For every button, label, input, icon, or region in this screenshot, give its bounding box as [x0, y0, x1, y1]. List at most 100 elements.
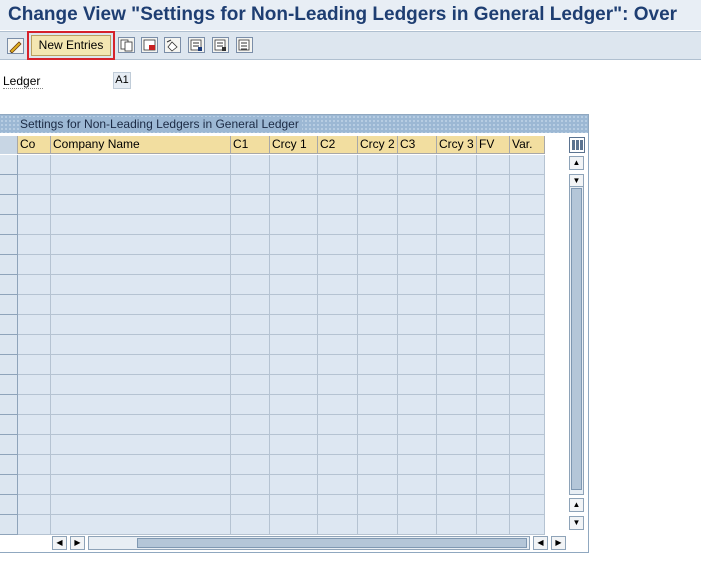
table-cell[interactable]	[510, 375, 545, 395]
table-cell[interactable]	[18, 275, 51, 295]
table-cell[interactable]	[358, 395, 398, 415]
table-cell[interactable]	[437, 175, 477, 195]
table-cell[interactable]	[270, 215, 318, 235]
delete-icon[interactable]	[141, 37, 158, 53]
table-cell[interactable]	[477, 175, 510, 195]
table-cell[interactable]	[398, 255, 437, 275]
table-cell[interactable]	[398, 435, 437, 455]
table-cell[interactable]	[437, 215, 477, 235]
table-cell[interactable]	[398, 415, 437, 435]
table-cell[interactable]	[231, 275, 270, 295]
column-header-var[interactable]: Var.	[510, 136, 545, 154]
table-cell[interactable]	[477, 355, 510, 375]
table-cell[interactable]	[398, 475, 437, 495]
table-cell[interactable]	[318, 375, 358, 395]
table-cell[interactable]	[477, 455, 510, 475]
table-cell[interactable]	[477, 235, 510, 255]
row-selector[interactable]	[0, 435, 18, 455]
table-cell[interactable]	[231, 175, 270, 195]
table-cell[interactable]	[510, 275, 545, 295]
table-cell[interactable]	[318, 435, 358, 455]
table-cell[interactable]	[18, 315, 51, 335]
table-cell[interactable]	[18, 415, 51, 435]
table-cell[interactable]	[231, 255, 270, 275]
row-selector[interactable]	[0, 295, 18, 315]
table-cell[interactable]	[358, 435, 398, 455]
row-selector[interactable]	[0, 275, 18, 295]
table-cell[interactable]	[358, 155, 398, 175]
horizontal-scroll-track[interactable]	[88, 536, 530, 550]
scroll-page-up-button[interactable]: ▲	[569, 156, 584, 170]
row-selector[interactable]	[0, 515, 18, 535]
table-cell[interactable]	[270, 295, 318, 315]
vertical-scroll-thumb[interactable]	[571, 188, 582, 490]
table-cell[interactable]	[270, 395, 318, 415]
table-cell[interactable]	[51, 255, 231, 275]
column-header-c3[interactable]: C3	[398, 136, 437, 154]
table-cell[interactable]	[318, 195, 358, 215]
table-cell[interactable]	[51, 335, 231, 355]
row-selector[interactable]	[0, 215, 18, 235]
table-cell[interactable]	[398, 355, 437, 375]
table-cell[interactable]	[437, 515, 477, 535]
table-cell[interactable]	[318, 295, 358, 315]
table-cell[interactable]	[510, 455, 545, 475]
table-cell[interactable]	[270, 335, 318, 355]
table-cell[interactable]	[477, 155, 510, 175]
table-cell[interactable]	[477, 195, 510, 215]
table-cell[interactable]	[51, 215, 231, 235]
table-cell[interactable]	[18, 155, 51, 175]
row-selector[interactable]	[0, 415, 18, 435]
table-cell[interactable]	[231, 195, 270, 215]
table-cell[interactable]	[358, 475, 398, 495]
table-cell[interactable]	[18, 195, 51, 215]
table-cell[interactable]	[51, 155, 231, 175]
row-selector[interactable]	[0, 155, 18, 175]
column-header-crcy3[interactable]: Crcy 3	[437, 136, 477, 154]
table-cell[interactable]	[477, 395, 510, 415]
table-cell[interactable]	[358, 175, 398, 195]
table-cell[interactable]	[318, 355, 358, 375]
new-entries-button[interactable]: New Entries	[31, 35, 111, 56]
column-header-company-name[interactable]: Company Name	[51, 136, 231, 154]
table-cell[interactable]	[51, 415, 231, 435]
table-cell[interactable]	[270, 455, 318, 475]
table-cell[interactable]	[437, 495, 477, 515]
table-cell[interactable]	[437, 475, 477, 495]
ledger-value-field[interactable]: A1	[113, 72, 131, 89]
table-cell[interactable]	[51, 455, 231, 475]
table-cell[interactable]	[318, 475, 358, 495]
table-cell[interactable]	[398, 515, 437, 535]
table-cell[interactable]	[398, 175, 437, 195]
row-selector[interactable]	[0, 195, 18, 215]
row-selector[interactable]	[0, 355, 18, 375]
select-block-icon[interactable]	[212, 37, 229, 53]
table-cell[interactable]	[231, 315, 270, 335]
table-cell[interactable]	[477, 475, 510, 495]
table-cell[interactable]	[270, 155, 318, 175]
table-cell[interactable]	[398, 155, 437, 175]
table-cell[interactable]	[358, 195, 398, 215]
table-cell[interactable]	[270, 475, 318, 495]
select-all-rows-corner[interactable]	[0, 136, 18, 154]
table-cell[interactable]	[510, 295, 545, 315]
table-cell[interactable]	[437, 355, 477, 375]
table-cell[interactable]	[270, 495, 318, 515]
table-cell[interactable]	[270, 235, 318, 255]
table-cell[interactable]	[398, 295, 437, 315]
copy-icon[interactable]	[118, 37, 135, 53]
table-cell[interactable]	[510, 155, 545, 175]
table-cell[interactable]	[510, 395, 545, 415]
table-cell[interactable]	[437, 455, 477, 475]
table-cell[interactable]	[231, 155, 270, 175]
scroll-right-small-button[interactable]: ▶	[70, 536, 85, 550]
table-cell[interactable]	[358, 315, 398, 335]
table-cell[interactable]	[51, 395, 231, 415]
table-cell[interactable]	[318, 415, 358, 435]
table-cell[interactable]	[510, 335, 545, 355]
table-cell[interactable]	[318, 515, 358, 535]
table-cell[interactable]	[231, 395, 270, 415]
table-cell[interactable]	[398, 495, 437, 515]
table-cell[interactable]	[358, 415, 398, 435]
table-cell[interactable]	[477, 295, 510, 315]
